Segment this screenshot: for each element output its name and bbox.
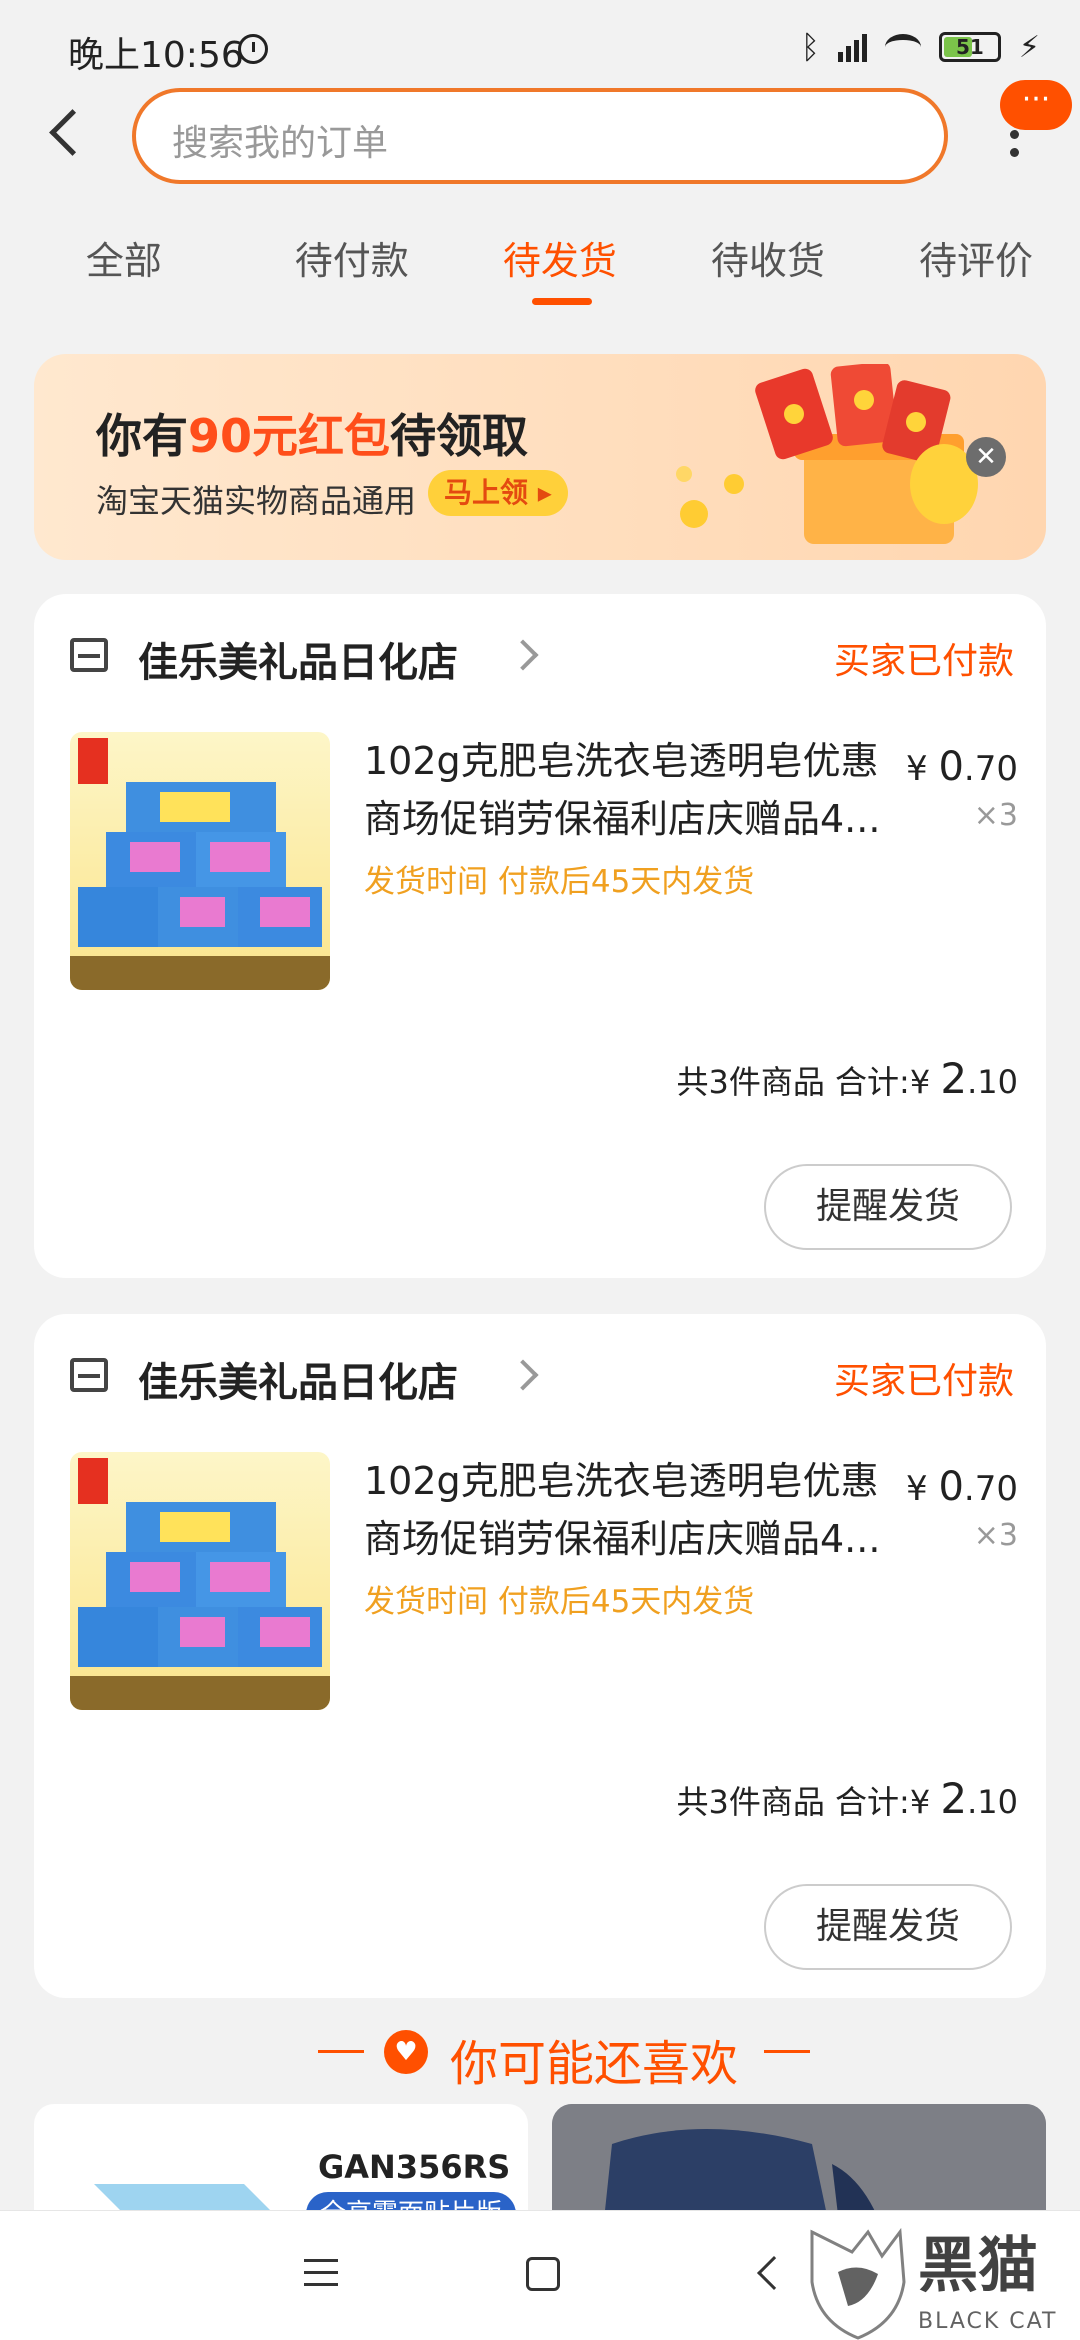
- watermark-sub: BLACK CAT: [918, 2309, 1057, 2334]
- signal-icon: [837, 32, 867, 62]
- home-icon[interactable]: [526, 2257, 560, 2291]
- ship-note: 发货时间 付款后45天内发货: [364, 1584, 755, 1620]
- unit-price: ¥ 0.70: [906, 744, 1018, 790]
- status-icons: ᛒ 51 ⚡: [801, 28, 1040, 66]
- charging-icon: ⚡: [1018, 29, 1040, 65]
- wifi-icon: [884, 34, 921, 60]
- recommend-header: ♥ 你可能还喜欢: [0, 2014, 1080, 2092]
- close-icon[interactable]: ✕: [966, 437, 1006, 477]
- more-options-icon[interactable]: [1010, 130, 1020, 160]
- alarm-icon: [238, 34, 268, 64]
- shop-row[interactable]: 佳乐美礼品日化店 买家已付款: [34, 594, 1046, 714]
- more-badge[interactable]: ···: [1000, 80, 1072, 130]
- order-card[interactable]: 佳乐美礼品日化店 买家已付款 102g克肥皂洗衣皂透明皂优惠商场促销劳保福利店庆…: [34, 1314, 1046, 1998]
- quantity: ×3: [973, 1518, 1018, 1553]
- order-total: 共3件商品 合计:¥ 2.10: [676, 1774, 1018, 1823]
- shop-name[interactable]: 佳乐美礼品日化店: [138, 630, 458, 688]
- chevron-right-icon: [507, 1359, 539, 1391]
- shop-icon: [70, 1358, 108, 1392]
- recommend-brand: GAN356RS: [318, 2148, 511, 2186]
- menu-icon[interactable]: [304, 2259, 338, 2287]
- watermark-logo: 黑猫 BLACK CAT: [810, 2227, 1057, 2340]
- watermark-text: 黑猫: [918, 2231, 1038, 2301]
- recommend-heading: 你可能还喜欢: [450, 2036, 739, 2092]
- product-title[interactable]: 102g克肥皂洗衣皂透明皂优惠商场促销劳保福利店庆赠品4...: [364, 1452, 904, 1568]
- shop-icon: [70, 638, 108, 672]
- order-total: 共3件商品 合计:¥ 2.10: [676, 1054, 1018, 1103]
- quantity: ×3: [973, 798, 1018, 833]
- search-placeholder: 搜索我的订单: [172, 123, 389, 164]
- order-status: 买家已付款: [833, 641, 1014, 682]
- product-title[interactable]: 102g克肥皂洗衣皂透明皂优惠商场促销劳保福利店庆赠品4...: [364, 732, 904, 848]
- product-image[interactable]: [70, 1452, 330, 1710]
- tab-pending-shipment[interactable]: 待发货: [456, 230, 664, 310]
- tab-all[interactable]: 全部: [0, 230, 248, 310]
- search-input[interactable]: 搜索我的订单: [132, 88, 948, 184]
- unit-price: ¥ 0.70: [906, 1464, 1018, 1510]
- shop-row[interactable]: 佳乐美礼品日化店 买家已付款: [34, 1314, 1046, 1434]
- order-tabs: 全部 待付款 待发货 待收货 待评价: [0, 230, 1080, 310]
- gift-box-illustration: [676, 364, 978, 544]
- status-time: 晚上10:56: [68, 35, 244, 76]
- status-bar: 晚上10:56 ᛒ 51 ⚡: [0, 0, 1080, 90]
- order-card[interactable]: 佳乐美礼品日化店 买家已付款 102g克肥皂洗衣皂透明皂优惠商场促销劳保福利店庆…: [34, 594, 1046, 1278]
- bluetooth-icon: ᛒ: [800, 28, 820, 66]
- battery-icon: 51: [938, 32, 1001, 62]
- divider: [764, 2050, 810, 2053]
- heart-icon: ♥: [384, 2030, 428, 2074]
- battery-level: 51: [956, 35, 984, 59]
- tab-pending-receipt[interactable]: 待收货: [664, 230, 872, 310]
- claim-button[interactable]: 马上领 ▸: [428, 470, 568, 516]
- product-image[interactable]: [70, 732, 330, 990]
- remind-shipment-button[interactable]: 提醒发货: [764, 1884, 1012, 1970]
- shop-name[interactable]: 佳乐美礼品日化店: [138, 1350, 458, 1408]
- nav-back-icon[interactable]: [757, 2256, 791, 2290]
- order-status: 买家已付款: [833, 1361, 1014, 1402]
- back-icon[interactable]: [44, 108, 84, 158]
- remind-shipment-button[interactable]: 提醒发货: [764, 1164, 1012, 1250]
- promo-subtitle: 淘宝天猫实物商品通用: [96, 482, 417, 520]
- red-packet-banner[interactable]: 你有90元红包待领取 淘宝天猫实物商品通用 马上领 ▸ ✕: [34, 354, 1046, 560]
- promo-title: 你有90元红包待领取: [96, 409, 529, 463]
- divider: [318, 2050, 364, 2053]
- tab-pending-review[interactable]: 待评价: [872, 230, 1080, 310]
- tab-pending-payment[interactable]: 待付款: [248, 230, 456, 310]
- ship-note: 发货时间 付款后45天内发货: [364, 864, 755, 900]
- chevron-right-icon: [507, 639, 539, 671]
